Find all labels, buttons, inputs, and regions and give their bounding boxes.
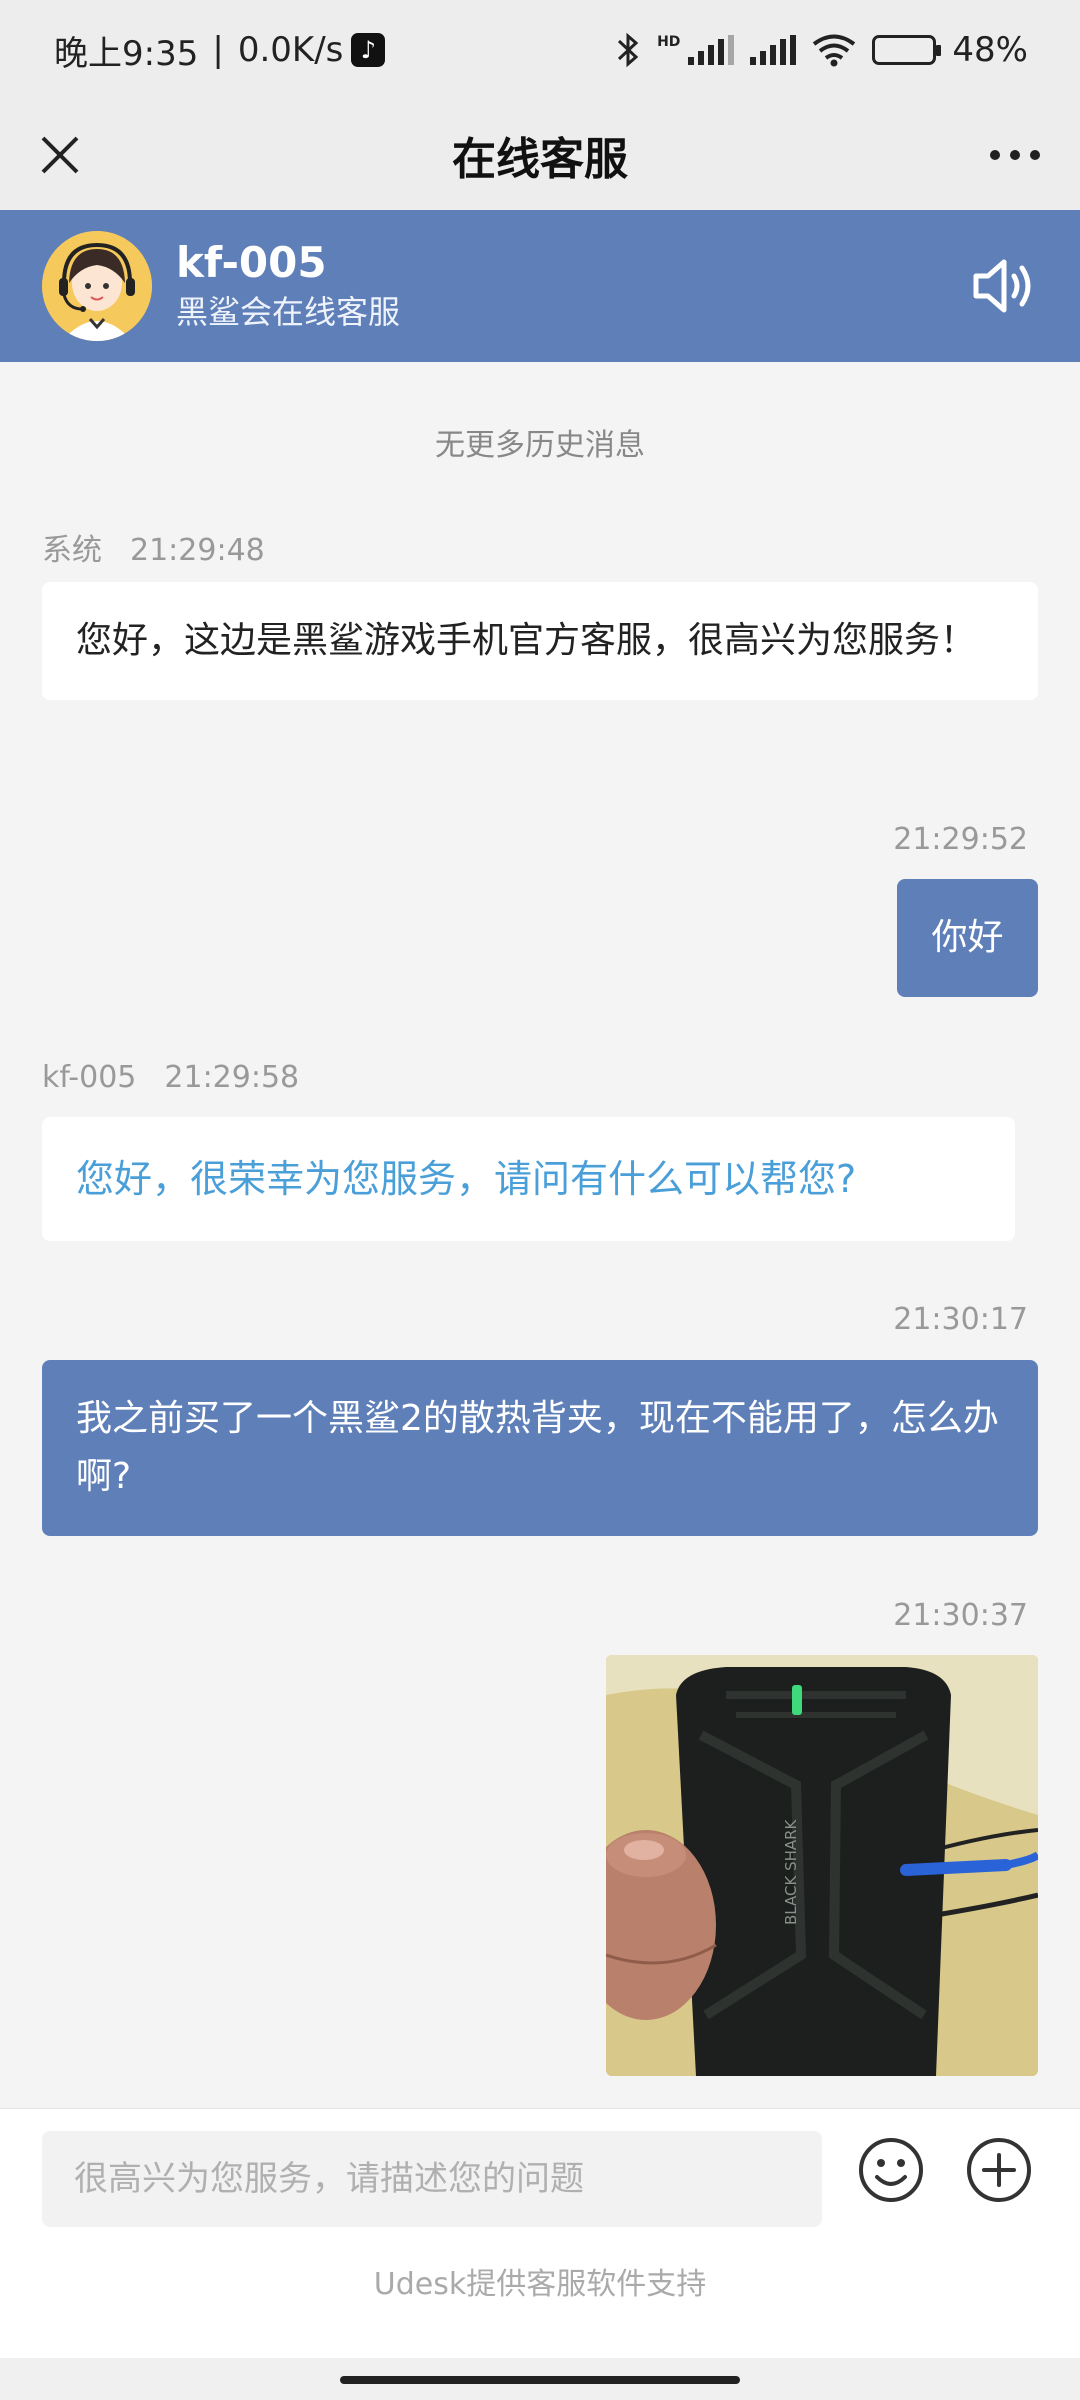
agent-avatar-image xyxy=(42,231,152,341)
message-meta: 系统 21:29:48 xyxy=(42,525,265,569)
status-left: 晚上9:35 | 0.0K/s ♪ xyxy=(54,26,386,75)
emoji-icon[interactable] xyxy=(856,2135,926,2205)
message-meta: kf-005 21:29:58 xyxy=(42,1060,299,1095)
message-bubble: 我之前买了一个黑鲨2的散热背夹，现在不能用了，怎么办啊? xyxy=(42,1360,1038,1536)
message-input[interactable] xyxy=(42,2131,822,2227)
speaker-icon[interactable] xyxy=(968,250,1040,322)
hd-badge: HD xyxy=(657,34,681,50)
plus-icon[interactable] xyxy=(964,2135,1034,2205)
message-time: 21:29:52 xyxy=(893,822,1028,857)
no-more-history: 无更多历史消息 xyxy=(435,428,645,463)
page-title: 在线客服 xyxy=(452,134,628,185)
status-right: HD 48% xyxy=(615,30,1028,70)
message-link-bubble[interactable]: 您好，很荣幸为您服务，请问有什么可以帮您? xyxy=(42,1117,1015,1241)
message-bubble: 您好，这边是黑鲨游戏手机官方客服，很高兴为您服务！ xyxy=(42,582,1038,700)
title-bar: 在线客服 xyxy=(0,100,1080,210)
signal-icon-2 xyxy=(750,35,797,65)
message-bubble: 你好 xyxy=(897,879,1038,997)
message-image[interactable]: BLACK SHARK xyxy=(606,1655,1038,2076)
agent-info: kf-005 黑鲨会在线客服 xyxy=(176,237,400,335)
powered-by: Udesk提供客服软件支持 xyxy=(373,2267,707,2302)
tiktok-icon: ♪ xyxy=(351,33,386,67)
status-separator: | xyxy=(212,30,224,70)
message-time: 21:29:48 xyxy=(130,533,265,568)
signal-icon-1 xyxy=(688,35,735,65)
status-network-speed: 0.0K/s xyxy=(237,30,344,70)
status-time: 晚上9:35 xyxy=(54,33,199,74)
agent-header: kf-005 黑鲨会在线客服 xyxy=(0,210,1080,362)
battery-percent: 48% xyxy=(952,30,1028,70)
close-icon[interactable] xyxy=(30,125,90,185)
agent-avatar xyxy=(42,231,152,341)
wifi-icon xyxy=(813,34,856,67)
message-time: 21:30:37 xyxy=(893,1598,1028,1633)
message-sender: 系统 xyxy=(42,533,102,568)
more-icon[interactable] xyxy=(980,125,1050,185)
bluetooth-icon xyxy=(618,32,639,68)
input-bar: Udesk提供客服软件支持 xyxy=(0,2108,1080,2400)
cooler-photo: BLACK SHARK xyxy=(606,1655,1038,2076)
status-bar: 晚上9:35 | 0.0K/s ♪ HD 48% xyxy=(0,0,1080,100)
system-nav-bar xyxy=(0,2358,1080,2400)
message-time: 21:30:17 xyxy=(893,1302,1028,1337)
cooler-brand-text: BLACK SHARK xyxy=(782,1818,800,1925)
message-sender: kf-005 xyxy=(42,1060,137,1095)
agent-name: kf-005 xyxy=(176,238,327,287)
message-time: 21:29:58 xyxy=(164,1060,300,1095)
home-indicator[interactable] xyxy=(340,2376,740,2384)
agent-subtitle: 黑鲨会在线客服 xyxy=(176,293,401,331)
battery-icon xyxy=(872,35,942,65)
